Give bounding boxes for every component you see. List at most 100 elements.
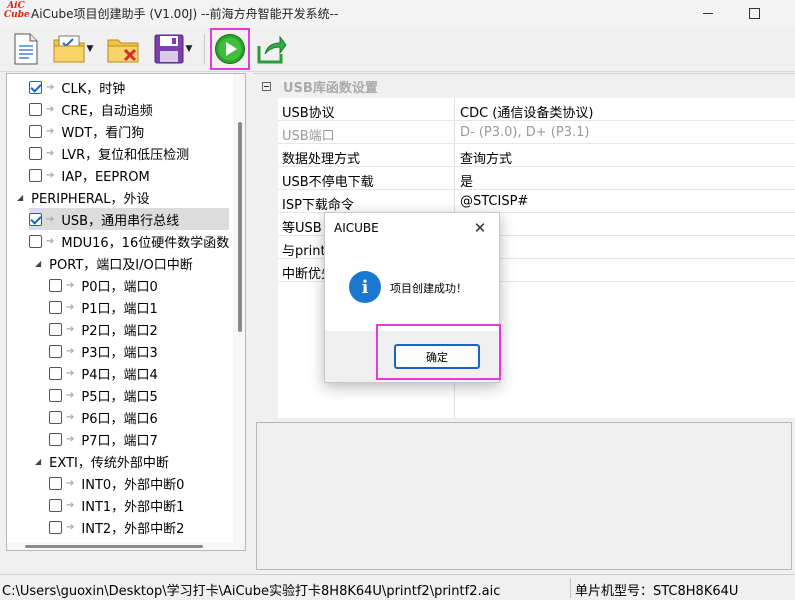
open-dropdown-icon[interactable]: ▼: [87, 44, 94, 54]
tree-item-p1[interactable]: ➔ P1口，端口1: [49, 296, 245, 318]
checkbox-p2[interactable]: [49, 322, 62, 336]
property-row-data-mode[interactable]: 数据处理方式 查询方式: [278, 144, 795, 167]
property-name: 数据处理方式: [282, 152, 361, 167]
property-gutter: [253, 283, 278, 418]
collapse-icon[interactable]: ◢: [35, 457, 41, 466]
tree-item-int2[interactable]: ➔ INT2，外部中断2: [49, 516, 245, 538]
tree-group-peripheral[interactable]: ◢ PERIPHERAL，外设: [17, 186, 243, 208]
tree-group-exti[interactable]: ◢ EXTI，传统外部中断: [35, 450, 245, 472]
checkbox-p5[interactable]: [49, 388, 62, 402]
arrow-icon: ➔: [66, 345, 75, 357]
tree-item-p7[interactable]: ➔ P7口，端口7: [49, 428, 245, 450]
info-icon: i: [349, 271, 381, 303]
open-project-icon: [53, 35, 85, 63]
property-row-isp-command[interactable]: ISP下载命令 @STCISP#: [278, 190, 795, 213]
tree-item-lvr[interactable]: ➔ LVR，复位和低压检测: [29, 142, 245, 164]
module-tree[interactable]: ➔ CLK，时钟 ➔ CRE，自动追频 ➔ WDT，看门狗 ➔ LVR，复位和低…: [6, 73, 246, 551]
collapse-icon[interactable]: [262, 81, 271, 91]
property-name: USB不停电下载: [282, 175, 374, 190]
chip-model: 单片机型号：STC8H8K64U: [575, 584, 739, 599]
arrow-icon: ➔: [46, 235, 55, 247]
property-value[interactable]: @STCISP#: [460, 194, 528, 209]
arrow-icon: ➔: [66, 367, 75, 379]
open-project-button[interactable]: ▼: [51, 31, 95, 67]
tree-item-cre[interactable]: ➔ CRE，自动追频: [29, 98, 245, 120]
checkbox-p4[interactable]: [49, 366, 62, 380]
arrow-icon: ➔: [66, 301, 75, 313]
title-bar: AiC Cube AiCube项目创建助手 (V1.00J) --前海方舟智能开发…: [0, 0, 795, 26]
tree-horizontal-scroll-thumb[interactable]: [25, 545, 203, 548]
tree-item-p4[interactable]: ➔ P4口，端口4: [49, 362, 245, 384]
delete-project-button[interactable]: [106, 31, 140, 67]
tree-item-int0[interactable]: ➔ INT0，外部中断0: [49, 472, 245, 494]
arrow-icon: ➔: [66, 433, 75, 445]
toolbar-separator: [204, 34, 205, 64]
tree-item-clk[interactable]: ➔ CLK，时钟: [29, 76, 245, 98]
tree-item-iap[interactable]: ➔ IAP，EEPROM: [29, 164, 245, 186]
section-title: USB库函数设置: [283, 80, 378, 96]
toolbar: ▼ ▼: [0, 26, 795, 72]
checkbox-int1[interactable]: [49, 498, 62, 512]
checkbox-usb[interactable]: [29, 212, 42, 226]
property-value[interactable]: CDC (通信设备类协议): [460, 102, 593, 121]
collapse-icon[interactable]: ◢: [17, 193, 23, 202]
arrow-icon: ➔: [46, 213, 55, 225]
maximize-button[interactable]: [731, 0, 777, 26]
new-document-button[interactable]: [10, 31, 42, 67]
checkbox-p1[interactable]: [49, 300, 62, 314]
close-icon[interactable]: ✕: [466, 215, 494, 241]
tree-item-usb[interactable]: ➔ USB，通用串行总线: [29, 208, 229, 230]
tree-item-p3[interactable]: ➔ P3口，端口3: [49, 340, 245, 362]
property-name: 与printf: [282, 244, 331, 259]
tree-item-p0[interactable]: ➔ P0口，端口0: [49, 274, 245, 296]
checkbox-mdu16[interactable]: [29, 234, 42, 248]
property-value[interactable]: 查询方式: [460, 148, 512, 167]
tree-group-port[interactable]: ◢ PORT，端口及I/O口中断: [35, 252, 245, 274]
tree-item-wdt[interactable]: ➔ WDT，看门狗: [29, 120, 245, 142]
tree-item-p6[interactable]: ➔ P6口，端口6: [49, 406, 245, 428]
project-path: C:\Users\guoxin\Desktop\学习打卡\AiCube实验打卡8…: [2, 584, 501, 599]
checkbox-p0[interactable]: [49, 278, 62, 292]
property-value: D- (P3.0), D+ (P3.1): [460, 125, 590, 140]
property-value[interactable]: 是: [460, 171, 473, 190]
tree-vertical-scrollbar[interactable]: [233, 74, 245, 550]
checkbox-iap[interactable]: [29, 168, 42, 182]
checkbox-p6[interactable]: [49, 410, 62, 424]
tree-item-mdu16[interactable]: ➔ MDU16，16位硬件数学函数: [29, 230, 245, 252]
export-button[interactable]: [254, 31, 290, 67]
minimize-button[interactable]: [685, 0, 731, 26]
property-section-header[interactable]: USB库函数设置: [253, 74, 795, 98]
delete-project-icon: [107, 39, 139, 63]
checkbox-cre[interactable]: [29, 102, 42, 116]
tree-horizontal-scrollbar[interactable]: [7, 542, 233, 550]
arrow-icon: ➔: [46, 147, 55, 159]
ok-button[interactable]: 确定: [394, 344, 480, 369]
checkbox-clk[interactable]: [29, 80, 42, 94]
property-name: ISP下载命令: [282, 198, 354, 213]
property-name: USB端口: [282, 129, 335, 144]
checkbox-p3[interactable]: [49, 344, 62, 358]
tree-vertical-scroll-thumb[interactable]: [238, 122, 242, 332]
checkbox-int0[interactable]: [49, 476, 62, 490]
checkbox-p7[interactable]: [49, 432, 62, 446]
checkbox-int2[interactable]: [49, 520, 62, 534]
status-separator: [570, 578, 571, 598]
tree-item-p5[interactable]: ➔ P5口，端口5: [49, 384, 245, 406]
collapse-icon[interactable]: ◢: [35, 259, 41, 268]
arrow-icon: ➔: [66, 411, 75, 423]
message-dialog: AICUBE ✕ i 项目创建成功！ 确定: [324, 212, 501, 383]
tree-item-int1[interactable]: ➔ INT1，外部中断1: [49, 494, 245, 516]
property-row-usb-download[interactable]: USB不停电下载 是: [278, 167, 795, 190]
window-title: AiCube项目创建助手 (V1.00J) --前海方舟智能开发系统--: [31, 7, 339, 21]
checkbox-wdt[interactable]: [29, 124, 42, 138]
save-button[interactable]: ▼: [148, 31, 198, 67]
save-icon: [154, 34, 184, 64]
save-dropdown-icon[interactable]: ▼: [186, 44, 193, 54]
tree-item-p2[interactable]: ➔ P2口，端口2: [49, 318, 245, 340]
property-description-panel: [256, 422, 792, 570]
property-row-usb-protocol[interactable]: USB协议 CDC (通信设备类协议): [278, 98, 795, 121]
checkbox-lvr[interactable]: [29, 146, 42, 160]
property-name: USB协议: [282, 106, 335, 121]
export-icon: [257, 35, 287, 64]
run-button[interactable]: [210, 28, 250, 70]
